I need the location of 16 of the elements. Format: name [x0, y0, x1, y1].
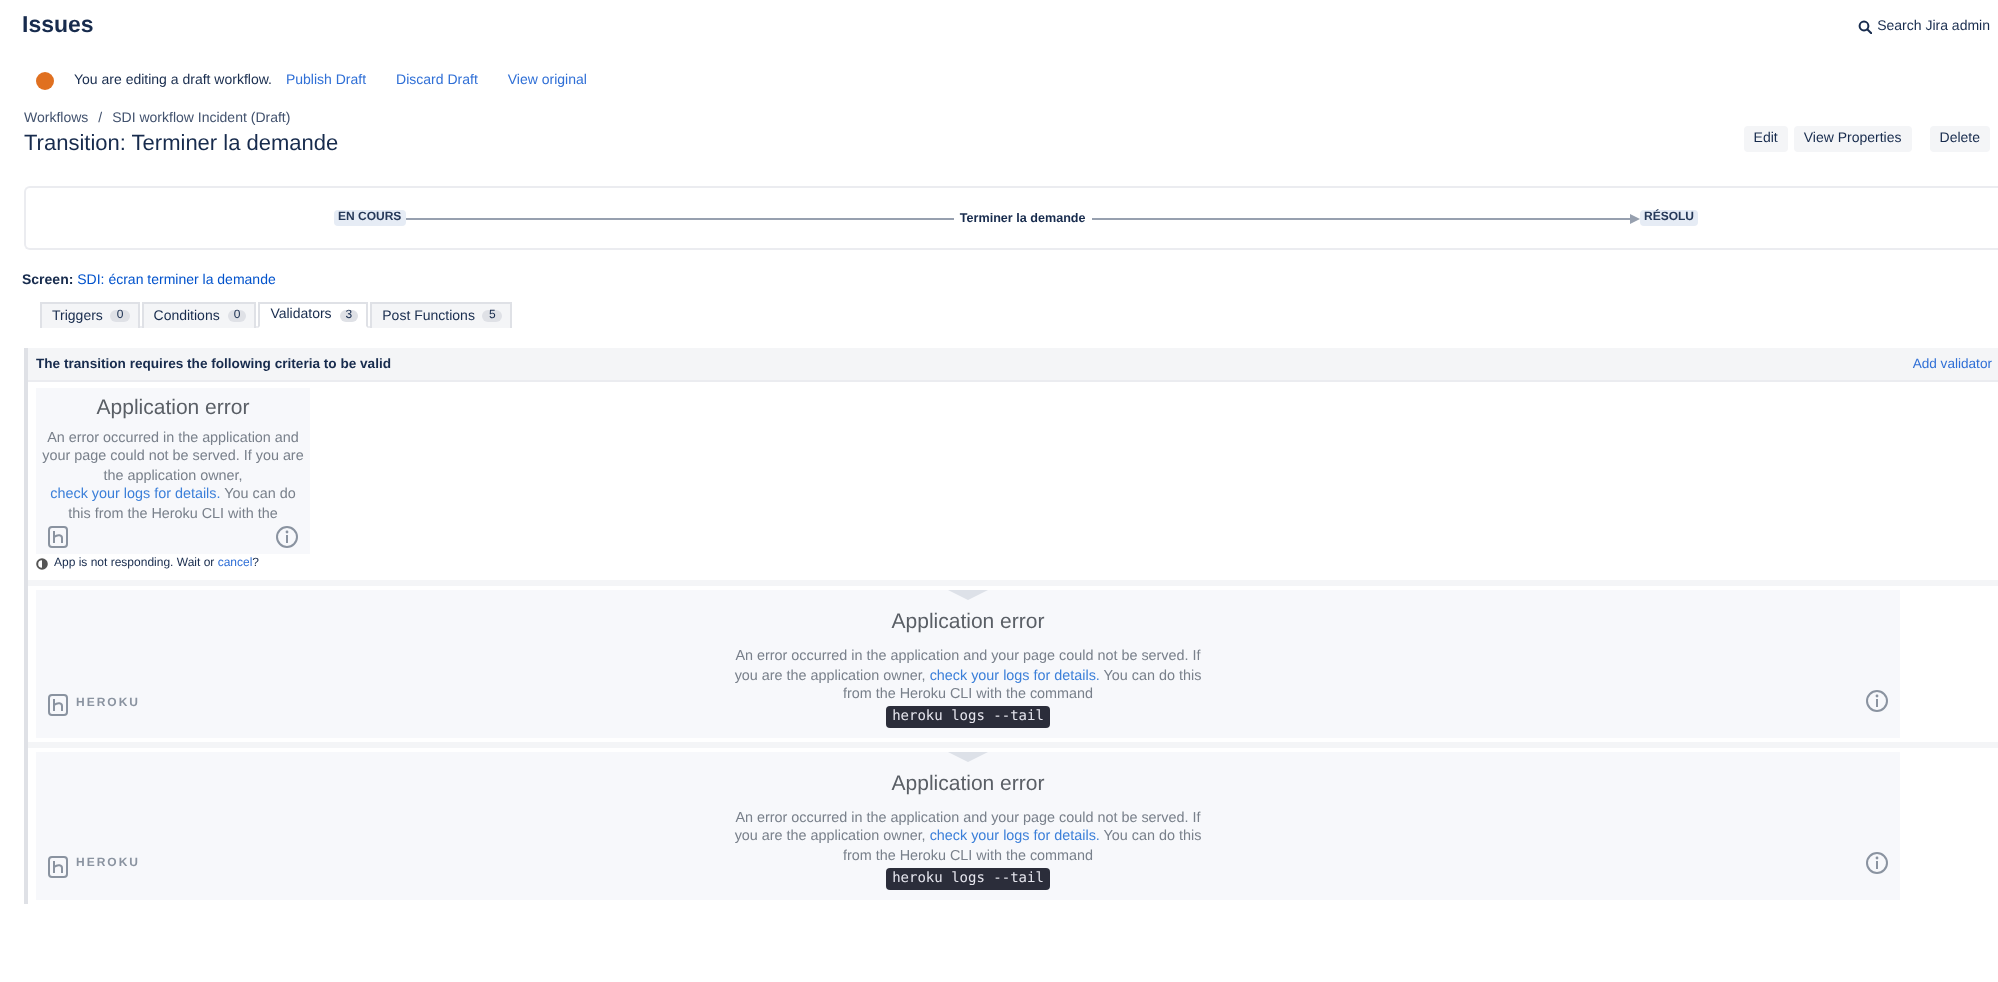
- spinner-icon: [36, 558, 48, 571]
- notch-marker: [948, 590, 988, 601]
- info-icon: [1866, 852, 1888, 874]
- search-icon: [1857, 19, 1872, 33]
- heroku-logo-icon: [48, 855, 68, 878]
- page-title: Transition: Terminer la demande: [24, 132, 339, 156]
- error-title: Application error: [94, 396, 252, 420]
- heroku-logo-icon: [48, 693, 68, 716]
- heroku-logo-icon: [48, 526, 68, 549]
- info-icon: [1866, 690, 1888, 713]
- notch-marker: [948, 751, 988, 762]
- app-title: Issues: [22, 14, 94, 38]
- warning-icon: [36, 71, 54, 89]
- error-title: Application error: [891, 610, 1045, 635]
- error-title: Application error: [891, 771, 1045, 796]
- info-icon: [276, 526, 298, 549]
